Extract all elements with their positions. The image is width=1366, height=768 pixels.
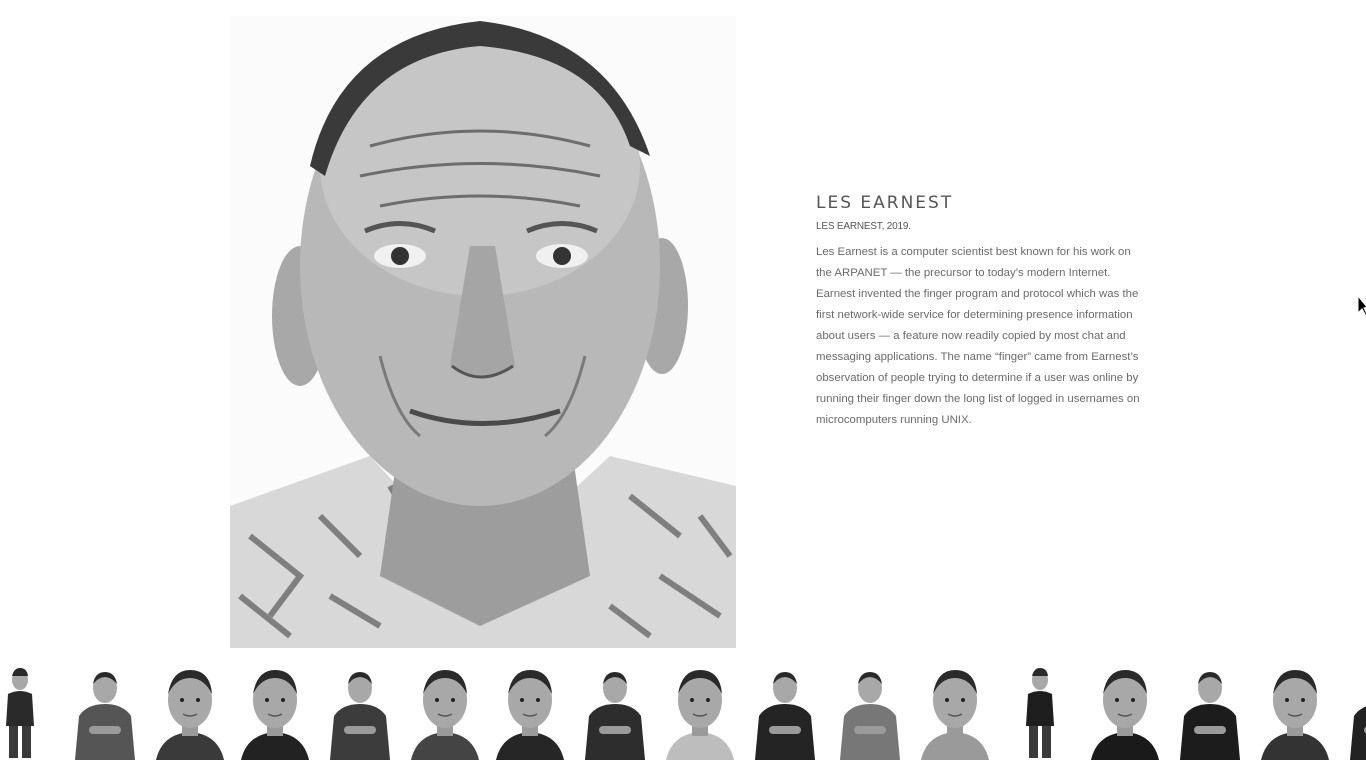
portrait-thumbnail[interactable]	[0, 664, 58, 760]
portrait-thumbnail-strip[interactable]	[0, 660, 1366, 768]
portrait-thumbnail[interactable]	[917, 664, 993, 760]
portrait-thumbnail[interactable]	[1087, 664, 1163, 760]
portrait-thumbnail[interactable]	[322, 664, 398, 760]
bio-description: Les Earnest is a computer scientist best…	[816, 246, 1140, 426]
portrait-thumbnail[interactable]	[832, 664, 908, 760]
portrait-thumbnail[interactable]	[237, 664, 313, 760]
portrait-thumbnail[interactable]	[407, 664, 483, 760]
person-name: LES EARNEST	[816, 193, 954, 213]
portrait-thumbnail[interactable]	[577, 664, 653, 760]
mouse-cursor-icon	[1357, 295, 1366, 317]
portrait-thumbnail[interactable]	[747, 664, 823, 760]
portrait-thumbnail[interactable]	[662, 664, 738, 760]
bio-panel: LES EARNEST LES EARNEST, 2019. Les Earne…	[816, 192, 1146, 431]
portrait-thumbnail[interactable]	[152, 664, 228, 760]
portrait-thumbnail[interactable]	[1172, 664, 1248, 760]
photo-caption: LES EARNEST, 2019.	[816, 221, 911, 232]
portrait-thumbnail[interactable]	[1002, 664, 1078, 760]
portrait-thumbnail[interactable]	[1342, 664, 1366, 760]
main-portrait-photo	[230, 16, 736, 648]
portrait-thumbnail[interactable]	[1257, 664, 1333, 760]
portrait-thumbnail[interactable]	[67, 664, 143, 760]
portrait-thumbnail[interactable]	[492, 664, 568, 760]
